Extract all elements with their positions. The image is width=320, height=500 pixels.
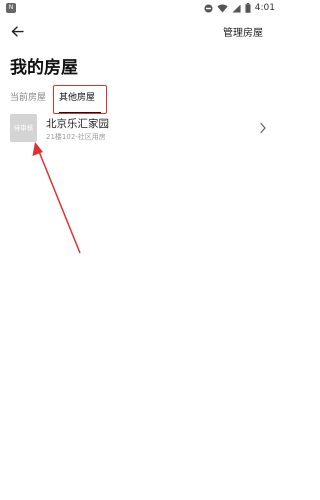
screen: N 4:01 管理房屋 我的房屋 当前房屋 其他房屋 待审核 北京乐汇家园 21…: [0, 0, 281, 500]
house-status-thumbnail: 待审核: [10, 114, 37, 142]
notification-icon: N: [6, 3, 16, 13]
status-left: N: [6, 3, 16, 13]
house-detail: 21楼102-社区用房: [46, 133, 106, 141]
wifi-icon: [217, 4, 228, 13]
back-button[interactable]: [6, 20, 28, 42]
battery-icon: [245, 3, 251, 13]
house-name: 北京乐汇家园: [46, 118, 109, 130]
clock: 4:01: [254, 3, 275, 13]
manage-houses-button[interactable]: 管理房屋: [223, 24, 263, 39]
house-list-item[interactable]: 待审核 北京乐汇家园 21楼102-社区用房: [0, 114, 281, 146]
arrow-left-icon: [11, 25, 24, 37]
tab-current-house[interactable]: 当前房屋: [10, 86, 46, 110]
dnd-icon: [204, 3, 213, 13]
house-tabs: 当前房屋 其他房屋: [0, 86, 281, 114]
page-title: 我的房屋: [10, 58, 78, 78]
status-bar: N 4:01: [0, 0, 281, 16]
status-right: 4:01: [204, 3, 275, 13]
annotation-highlight-box: [53, 85, 107, 114]
signal-icon: [232, 3, 241, 13]
chevron-right-icon: [260, 122, 266, 134]
